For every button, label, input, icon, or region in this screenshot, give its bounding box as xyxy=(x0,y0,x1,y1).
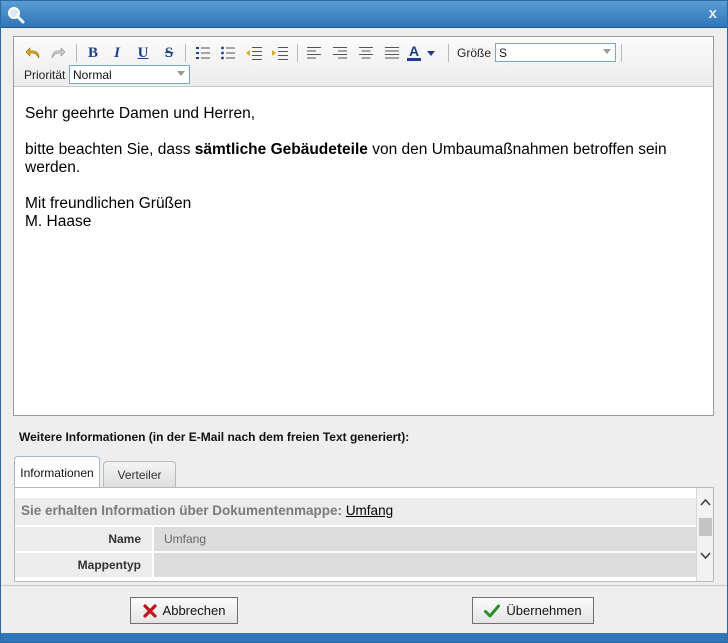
cancel-button[interactable]: Abbrechen xyxy=(130,597,238,624)
cancel-label: Abbrechen xyxy=(162,603,226,618)
info-panel: Sie erhalten Information über Dokumenten… xyxy=(14,487,714,582)
body-paragraph: bitte beachten Sie, dass sämtliche Gebäu… xyxy=(25,141,667,176)
align-justify-icon[interactable] xyxy=(381,43,403,63)
title-bar: x xyxy=(1,1,727,28)
apply-button[interactable]: Übernehmen xyxy=(472,597,594,624)
bold-button[interactable]: B xyxy=(82,43,104,63)
greeting-text: Sehr geehrte Damen und Herren, xyxy=(25,105,256,122)
close-icon[interactable]: x xyxy=(709,5,717,22)
font-color-icon: A xyxy=(407,43,421,61)
signature-text: M. Haase xyxy=(25,213,92,230)
cancel-x-icon xyxy=(142,603,157,618)
row-value: Umfang xyxy=(154,527,696,551)
priority-select[interactable]: Normal xyxy=(69,65,190,84)
chevron-down-icon xyxy=(427,50,435,56)
apply-label: Übernehmen xyxy=(506,603,582,618)
chevron-down-icon[interactable] xyxy=(697,551,713,567)
undo-icon[interactable] xyxy=(22,43,44,63)
size-select-value: S xyxy=(499,46,508,60)
align-right-icon[interactable] xyxy=(329,43,351,63)
table-row: Name Umfang xyxy=(15,527,696,551)
tab-informationen[interactable]: Informationen xyxy=(14,456,100,488)
dialog-window: x B I U S A Größe S Priorität Normal Seh… xyxy=(0,0,728,643)
priority-select-value: Normal xyxy=(73,68,112,82)
font-color-button[interactable]: A xyxy=(407,43,441,63)
strikethrough-button[interactable]: S xyxy=(158,43,180,63)
closing-text: Mit freundlichen Grüßen xyxy=(25,195,192,212)
scrollbar-thumb[interactable] xyxy=(699,518,712,536)
outdent-icon[interactable] xyxy=(243,43,265,63)
ordered-list-icon[interactable] xyxy=(192,43,214,63)
size-select[interactable]: S xyxy=(495,43,616,62)
checkmark-icon xyxy=(484,604,501,617)
row-value xyxy=(154,553,696,577)
indent-icon[interactable] xyxy=(269,43,291,63)
scrollbar[interactable] xyxy=(696,488,713,581)
editor-content[interactable]: Sehr geehrte Damen und Herren, bitte bea… xyxy=(25,105,705,231)
bottom-bar xyxy=(1,633,727,642)
priority-label: Priorität xyxy=(24,68,66,82)
magnifier-icon xyxy=(8,7,25,24)
underline-button[interactable]: U xyxy=(132,43,154,63)
size-label: Größe xyxy=(457,46,492,60)
row-key: Name xyxy=(15,527,152,551)
italic-button[interactable]: I xyxy=(106,43,128,63)
chevron-up-icon[interactable] xyxy=(697,497,713,513)
bullet-list-icon[interactable] xyxy=(217,43,239,63)
folder-link[interactable]: Umfang xyxy=(346,503,393,518)
footer-divider xyxy=(1,585,727,586)
tab-verteiler[interactable]: Verteiler xyxy=(103,461,176,487)
chevron-down-icon xyxy=(603,49,611,54)
editor-toolbar: B I U S A Größe S Priorität Normal xyxy=(14,37,713,87)
row-key: Mappentyp xyxy=(15,553,152,577)
panel-header: Sie erhalten Information über Dokumenten… xyxy=(15,498,696,525)
align-center-icon[interactable] xyxy=(355,43,377,63)
table-row: Mappentyp xyxy=(15,553,696,577)
redo-icon[interactable] xyxy=(47,43,69,63)
body-bold-text: sämtliche Gebäudeteile xyxy=(194,141,368,158)
align-left-icon[interactable] xyxy=(303,43,325,63)
section-title: Weitere Informationen (in der E-Mail nac… xyxy=(19,430,410,444)
chevron-down-icon xyxy=(177,71,185,76)
rich-text-editor[interactable]: B I U S A Größe S Priorität Normal Sehr … xyxy=(13,36,714,416)
